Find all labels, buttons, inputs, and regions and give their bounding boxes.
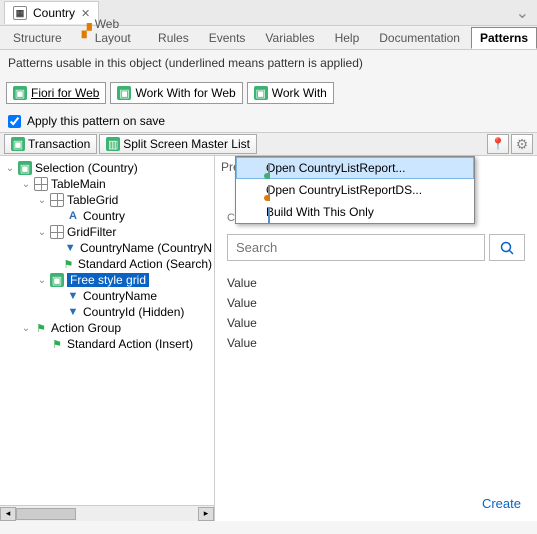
tab-web-layout[interactable]: ▞Web Layout [73, 13, 147, 49]
section-tabs: Structure▞Web LayoutRulesEventsVariables… [0, 26, 537, 50]
search-button[interactable] [489, 234, 525, 261]
tab-variables[interactable]: Variables [256, 27, 323, 49]
tab-documentation[interactable]: Documentation [370, 27, 469, 49]
tree-node[interactable]: ▼CountryId (Hidden) [2, 304, 212, 320]
tree-node[interactable]: ▼CountryName (CountryN [2, 240, 212, 256]
preview-panel: Pre Open CountryListReport... Open Count… [215, 156, 537, 521]
collapse-icon[interactable]: ⌄ [37, 275, 47, 286]
pattern-toolbar: ▣ Transaction ▥ Split Screen Master List… [0, 132, 537, 156]
tree-node[interactable]: ⌄⚑Action Group [2, 320, 212, 336]
tree-panel: ⌄▣Selection (Country)⌄TableMain⌄TableGri… [0, 156, 215, 521]
value-item: Value [227, 293, 525, 313]
tree-node[interactable]: ACountry [2, 208, 212, 224]
pattern-icon: ▣ [117, 86, 131, 100]
report-ds-icon [268, 185, 270, 201]
funnel-icon: ▼ [66, 289, 80, 303]
tree-label: Selection (Country) [35, 161, 138, 175]
tree-label: Free style grid [67, 273, 149, 287]
transaction-button[interactable]: ▣ Transaction [4, 134, 97, 154]
split-screen-button[interactable]: ▥ Split Screen Master List [99, 134, 257, 154]
tree-label: Standard Action (Search) [78, 257, 212, 271]
tree-node[interactable]: ⌄▣Selection (Country) [2, 160, 212, 176]
collapse-icon[interactable]: ⌄ [37, 195, 47, 206]
pattern-fiori-for-web[interactable]: ▣Fiori for Web [6, 82, 106, 104]
pattern-icon: ▣ [254, 86, 268, 100]
value-item: Value [227, 313, 525, 333]
flag-icon: ⚑ [50, 337, 64, 351]
pattern-icon: ▣ [13, 86, 27, 100]
create-link[interactable]: Create [482, 496, 521, 511]
value-list: ValueValueValueValue [227, 273, 525, 353]
tab-events[interactable]: Events [200, 27, 255, 49]
transaction-icon: ▣ [11, 137, 25, 151]
tree-label: CountryName (CountryN [80, 241, 212, 255]
green-icon: ▣ [18, 161, 32, 175]
value-item: Value [227, 273, 525, 293]
tree-node[interactable]: ⌄▣Free style grid [2, 272, 212, 288]
scroll-track[interactable] [16, 507, 198, 521]
apply-on-save-row: Apply this pattern on save [0, 110, 537, 132]
value-item: Value [227, 333, 525, 353]
a-icon: A [66, 209, 80, 223]
tree-node[interactable]: ⌄ TableGrid [2, 192, 212, 208]
tree-node[interactable]: ⚑Standard Action (Insert) [2, 336, 212, 352]
grid-icon [34, 177, 48, 191]
tree-label: Action Group [51, 321, 121, 335]
search-input[interactable] [227, 234, 485, 261]
menu-open-report[interactable]: Open CountryListReport... [236, 157, 474, 179]
tab-rules[interactable]: Rules [149, 27, 198, 49]
tree-label: TableMain [51, 177, 106, 191]
pattern-pills: ▣Fiori for Web▣Work With for Web▣Work Wi… [0, 76, 537, 110]
pattern-work-with-for-web[interactable]: ▣Work With for Web [110, 82, 242, 104]
chevron-down-icon[interactable]: ⌄ [516, 3, 529, 23]
tree-node[interactable]: ⌄ TableMain [2, 176, 212, 192]
tree-node[interactable]: ⚑Standard Action (Search) [2, 256, 212, 272]
settings-button[interactable]: ⚙ [511, 134, 533, 154]
flag-icon: ⚑ [62, 257, 75, 271]
menu-build-only[interactable]: Build With This Only [236, 201, 474, 223]
horizontal-scrollbar[interactable]: ◂ ▸ [0, 505, 214, 521]
flag-icon: ⚑ [34, 321, 48, 335]
tree-label: CountryName [83, 289, 157, 303]
tab-structure[interactable]: Structure [4, 27, 71, 49]
collapse-icon[interactable]: ⌄ [21, 179, 31, 190]
tree-label: Standard Action (Insert) [67, 337, 193, 351]
collapse-icon[interactable]: ⌄ [21, 323, 31, 334]
split-icon: ▥ [106, 137, 120, 151]
report-icon [268, 163, 270, 179]
context-menu: Open CountryListReport... Open CountryLi… [235, 156, 475, 224]
apply-on-save-label: Apply this pattern on save [27, 114, 165, 128]
pin-icon: 📍 [491, 137, 505, 151]
scroll-right-button[interactable]: ▸ [198, 507, 214, 521]
collapse-icon[interactable]: ⌄ [5, 163, 15, 174]
tab-title: Country [33, 6, 75, 20]
patterns-description: Patterns usable in this object (underlin… [0, 50, 537, 76]
web-layout-icon: ▞ [82, 24, 92, 38]
tree-label: TableGrid [67, 193, 118, 207]
tree-node[interactable]: ▼CountryName [2, 288, 212, 304]
tree-label: GridFilter [67, 225, 116, 239]
pin-button[interactable]: 📍 [487, 134, 509, 154]
green-icon: ▣ [50, 273, 64, 287]
gear-icon: ⚙ [515, 137, 529, 151]
tab-patterns[interactable]: Patterns [471, 27, 537, 49]
search-icon [499, 240, 515, 256]
pattern-work-with[interactable]: ▣Work With [247, 82, 334, 104]
country-icon: ▦ [13, 6, 27, 20]
tree-node[interactable]: ⌄ GridFilter [2, 224, 212, 240]
build-icon [268, 207, 270, 223]
funnel-icon: ▼ [64, 241, 77, 255]
collapse-icon[interactable]: ⌄ [37, 227, 47, 238]
grid-icon [50, 193, 64, 207]
tree-label: Country [83, 209, 125, 223]
scroll-left-button[interactable]: ◂ [0, 507, 16, 521]
tab-help[interactable]: Help [326, 27, 369, 49]
funnel-icon: ▼ [66, 305, 80, 319]
grid-icon [50, 225, 64, 239]
scroll-thumb[interactable] [16, 508, 76, 520]
pattern-tree[interactable]: ⌄▣Selection (Country)⌄TableMain⌄TableGri… [0, 156, 214, 505]
apply-on-save-checkbox[interactable] [8, 115, 21, 128]
menu-open-report-ds[interactable]: Open CountryListReportDS... [236, 179, 474, 201]
tree-label: CountryId (Hidden) [83, 305, 184, 319]
